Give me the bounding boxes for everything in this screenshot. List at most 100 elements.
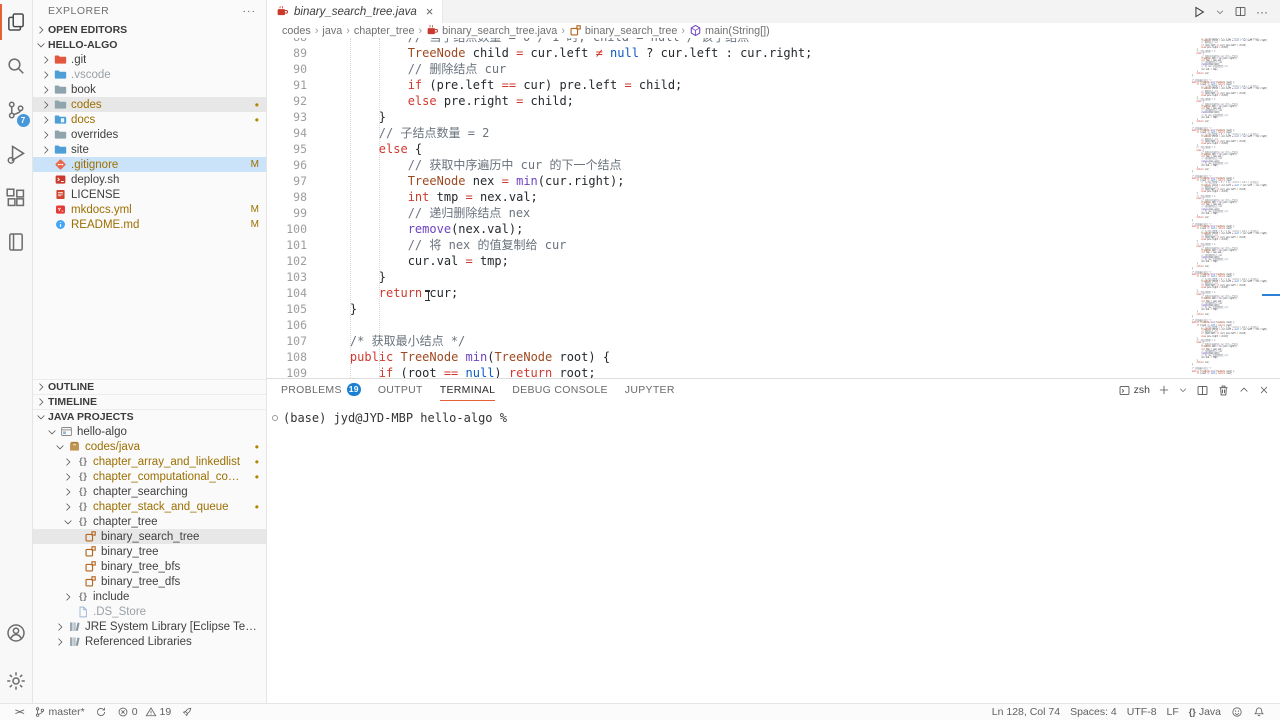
run-dropdown-icon[interactable] [1215, 7, 1225, 17]
maximize-panel-button-icon[interactable] [1238, 384, 1250, 396]
tree-item-mkdocs.yml[interactable]: mkdocs.ymlM [33, 202, 266, 217]
line-number[interactable]: 93 [267, 109, 307, 125]
code-line-104[interactable]: 104 return cur; [267, 285, 1185, 301]
code-line-90[interactable]: 90 // 删除结点 cur [267, 61, 1185, 77]
breadcrumb-item-binary_search_tree.java[interactable]: binary_search_tree.java [426, 24, 557, 37]
tab-binary_search_tree.java[interactable]: binary_search_tree.java× [267, 0, 443, 23]
minimap[interactable]: // 当子结点数量 = 0 / 1 时, child = null / 该子结点… [1187, 38, 1270, 378]
tree-item-.ds_store[interactable]: .DS_Store [33, 604, 266, 619]
chevron-right-icon[interactable] [39, 144, 53, 156]
tree-item-book[interactable]: book [33, 82, 266, 97]
activity-search-icon[interactable] [0, 44, 33, 88]
git-branch-status[interactable]: master* [29, 704, 90, 720]
line-number[interactable]: 108 [267, 349, 307, 365]
tree-item-referenced-libraries[interactable]: Referenced Libraries [33, 634, 266, 649]
line-number[interactable]: 97 [267, 173, 307, 189]
code-line-108[interactable]: 108 public TreeNode min(TreeNode root) { [267, 349, 1185, 365]
line-number[interactable]: 98 [267, 189, 307, 205]
tree-item-chapter_tree[interactable]: { }chapter_tree [33, 514, 266, 529]
tree-item-deploy.sh[interactable]: deploy.sh [33, 172, 266, 187]
tree-item-docs[interactable]: docs• [33, 112, 266, 127]
code-line-93[interactable]: 93 } [267, 109, 1185, 125]
breadcrumb-item-codes[interactable]: codes [282, 25, 311, 37]
breadcrumb-item-binary_search_tree[interactable]: binary_search_tree [569, 24, 677, 37]
tree-item-.git[interactable]: .git [33, 52, 266, 67]
line-number[interactable]: 105 [267, 301, 307, 317]
code-line-92[interactable]: 92 else pre.right = child; [267, 93, 1185, 109]
activity-settings-icon[interactable] [0, 659, 33, 703]
code-line-98[interactable]: 98 int tmp = nex.val; [267, 189, 1185, 205]
tree-item-.gitignore[interactable]: .gitignoreM [33, 157, 266, 172]
chevron-right-icon[interactable] [53, 621, 67, 633]
tree-item-binary_search_tree[interactable]: binary_search_tree [33, 529, 266, 544]
breadcrumb-item-chapter_tree[interactable]: chapter_tree [354, 25, 415, 37]
chevron-right-icon[interactable] [61, 471, 75, 483]
code-editor[interactable]: 88 // 当子结点数量 = 0 / 1 时, child = null / 该… [267, 38, 1280, 378]
panel-tab-terminal[interactable]: TERMINAL [440, 379, 496, 401]
section-outline[interactable]: OUTLINE [33, 379, 266, 394]
activity-notebook-icon[interactable] [0, 220, 33, 264]
activity-explorer-icon[interactable] [0, 0, 33, 44]
line-number[interactable]: 103 [267, 269, 307, 285]
sync-changes-button[interactable] [90, 704, 112, 720]
chevron-right-icon[interactable] [39, 129, 53, 141]
line-number[interactable]: 107 [267, 333, 307, 349]
feedback[interactable] [1226, 704, 1248, 720]
breadcrumb-item-main-string---[interactable]: main(String[]) [689, 24, 770, 37]
code-line-94[interactable]: 94 // 子结点数量 = 2 [267, 125, 1185, 141]
chevron-down-icon[interactable] [53, 441, 67, 453]
line-number[interactable]: 100 [267, 221, 307, 237]
tree-item-hello-algo[interactable]: hello-algo [33, 424, 266, 439]
line-number[interactable]: 94 [267, 125, 307, 141]
tree-item-readme.md[interactable]: README.mdM [33, 217, 266, 232]
code-line-105[interactable]: 105 } [267, 301, 1185, 317]
tree-item-codes-java[interactable]: codes/java• [33, 439, 266, 454]
language-mode[interactable]: {}Java [1184, 704, 1226, 720]
code-line-103[interactable]: 103 } [267, 269, 1185, 285]
line-number[interactable]: 91 [267, 77, 307, 93]
line-number[interactable]: 95 [267, 141, 307, 157]
run-button-icon[interactable] [1192, 5, 1206, 19]
cursor-position[interactable]: Ln 128, Col 74 [987, 704, 1065, 720]
activity-run-debug-icon[interactable] [0, 132, 33, 176]
kill-terminal-button-icon[interactable] [1217, 384, 1230, 397]
encoding[interactable]: UTF-8 [1122, 704, 1162, 720]
line-number[interactable]: 99 [267, 205, 307, 221]
chevron-right-icon[interactable] [61, 486, 75, 498]
code-line-99[interactable]: 99 // 递归删除结点 nex [267, 205, 1185, 221]
line-number[interactable]: 92 [267, 93, 307, 109]
tree-item-overrides[interactable]: overrides [33, 127, 266, 142]
split-editor-button-icon[interactable] [1234, 5, 1247, 18]
eol[interactable]: LF [1162, 704, 1184, 720]
chevron-right-icon[interactable] [61, 456, 75, 468]
tree-item-binary_tree[interactable]: binary_tree [33, 544, 266, 559]
tree-item-chapter_computational_complexity[interactable]: { }chapter_computational_complexity• [33, 469, 266, 484]
java-server-mode-button[interactable] [176, 704, 198, 720]
terminal-dropdown-icon[interactable] [1178, 385, 1188, 395]
code-line-107[interactable]: 107 /* 获取最小结点 */ [267, 333, 1185, 349]
code-line-97[interactable]: 97 TreeNode nex = min(cur.right); [267, 173, 1185, 189]
tree-item-.vscode[interactable]: .vscode [33, 67, 266, 82]
line-number[interactable]: 109 [267, 365, 307, 378]
tree-item-codes[interactable]: codes• [33, 97, 266, 112]
tree-item-chapter_array_and_linkedlist[interactable]: { }chapter_array_and_linkedlist• [33, 454, 266, 469]
chevron-right-icon[interactable] [53, 636, 67, 648]
tree-item-chapter_searching[interactable]: { }chapter_searching [33, 484, 266, 499]
code-line-91[interactable]: 91 if (pre.left == cur) pre.left = child… [267, 77, 1185, 93]
chevron-right-icon[interactable] [39, 69, 53, 81]
activity-account-icon[interactable] [0, 611, 33, 655]
chevron-right-icon[interactable] [39, 84, 53, 96]
line-number[interactable]: 102 [267, 253, 307, 269]
code-line-96[interactable]: 96 // 获取中序遍历中 cur 的下一个结点 [267, 157, 1185, 173]
code-line-102[interactable]: 102 cur.val = tmp; [267, 253, 1185, 269]
tree-item-binary_tree_bfs[interactable]: binary_tree_bfs [33, 559, 266, 574]
section-timeline[interactable]: TIMELINE [33, 394, 266, 409]
breadcrumb-item-java[interactable]: java [322, 25, 342, 37]
code-line-100[interactable]: 100 remove(nex.val); [267, 221, 1185, 237]
line-number[interactable]: 88 [267, 38, 307, 45]
panel-tab-output[interactable]: OUTPUT [378, 379, 423, 401]
indentation[interactable]: Spaces: 4 [1065, 704, 1122, 720]
tree-item-chapter_stack_and_queue[interactable]: { }chapter_stack_and_queue• [33, 499, 266, 514]
code-line-95[interactable]: 95 else { [267, 141, 1185, 157]
panel-tab-jupyter[interactable]: JUPYTER [625, 379, 675, 401]
